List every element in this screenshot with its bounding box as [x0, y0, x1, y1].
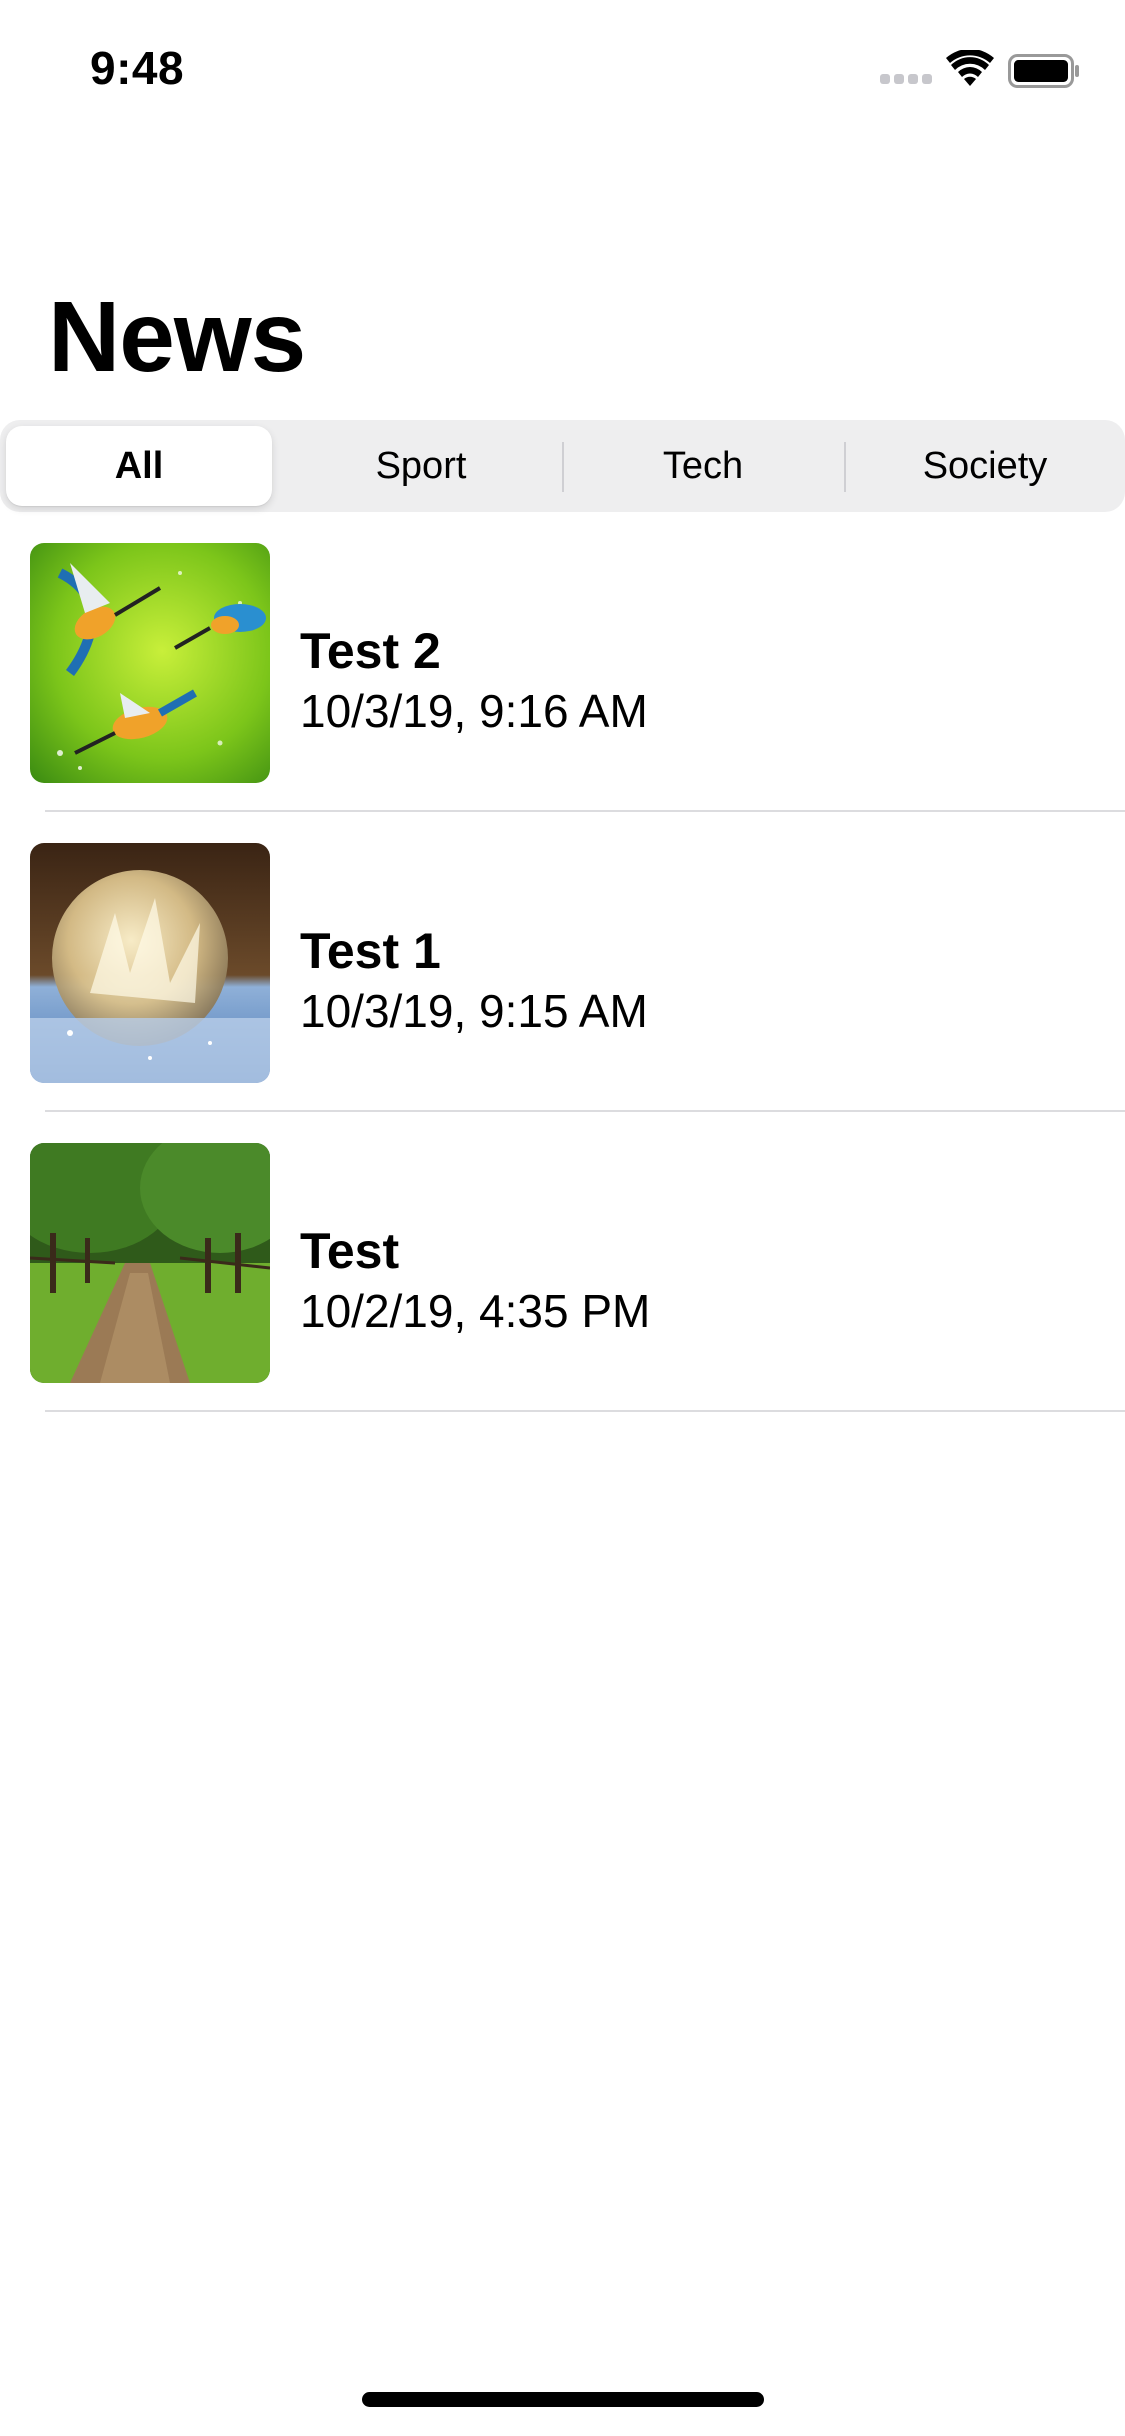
news-title: Test 2 — [300, 623, 441, 679]
row-separator — [45, 1110, 1125, 1112]
frozen-bubble-thumbnail — [30, 843, 270, 1083]
news-row[interactable]: Test 10/2/19, 4:35 PM — [0, 1143, 1125, 1443]
segment-society[interactable]: Society — [845, 420, 1125, 512]
news-row[interactable]: Test 2 10/3/19, 9:16 AM — [0, 543, 1125, 843]
battery-icon — [1008, 54, 1080, 88]
cellular-signal-icon — [880, 74, 934, 84]
news-date: 10/3/19, 9:15 AM — [300, 985, 648, 1037]
news-date: 10/2/19, 4:35 PM — [300, 1285, 651, 1337]
kingfishers-thumbnail — [30, 543, 270, 783]
news-title: Test 1 — [300, 923, 441, 979]
segment-tech[interactable]: Tech — [563, 420, 843, 512]
news-date: 10/3/19, 9:16 AM — [300, 685, 648, 737]
news-row[interactable]: Test 1 10/3/19, 9:15 AM — [0, 843, 1125, 1143]
segment-sport[interactable]: Sport — [281, 420, 561, 512]
page-title: News — [48, 281, 306, 393]
status-bar: 9:48 — [0, 0, 1125, 132]
row-separator — [45, 810, 1125, 812]
wifi-icon — [946, 48, 994, 88]
status-time: 9:48 — [90, 42, 185, 94]
row-separator — [45, 1410, 1125, 1412]
news-title: Test — [300, 1223, 400, 1279]
tree-lined-path-thumbnail — [30, 1143, 270, 1383]
home-indicator[interactable] — [362, 2392, 764, 2407]
category-segmented-control[interactable]: All Sport Tech Society — [0, 420, 1125, 512]
segment-all[interactable]: All — [6, 426, 272, 506]
